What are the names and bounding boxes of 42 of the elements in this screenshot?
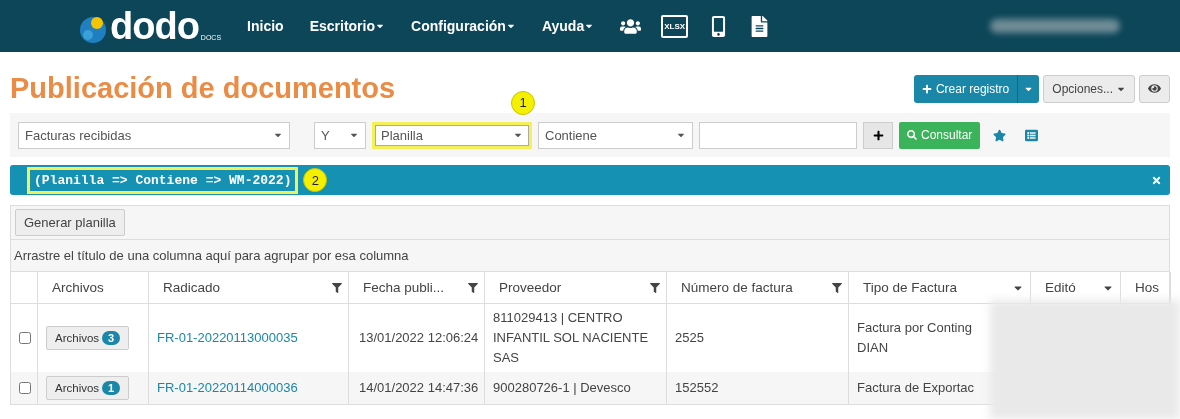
star-icon [992, 128, 1006, 142]
files-button[interactable]: Archivos 1 [46, 376, 130, 400]
table-cell: 900280726-1 | Devesco [485, 372, 667, 404]
plus-icon [872, 129, 884, 141]
record-link[interactable]: FR-01-20220113000035 [157, 328, 298, 348]
count-badge: 1 [102, 381, 121, 395]
nav-menu-item[interactable]: Configuración [411, 18, 516, 34]
filter-icon[interactable] [468, 282, 478, 293]
filter-expression: (Planilla => Contiene => WM-2022) [30, 169, 296, 191]
close-button[interactable] [1151, 174, 1162, 186]
logo-text: dodo [110, 7, 199, 45]
table-cell: 14/01/2022 14:47:36 [349, 372, 485, 404]
add-filter-button[interactable] [863, 121, 893, 149]
search-icon [907, 130, 917, 140]
select-field[interactable]: Facturas recibidas [18, 121, 290, 149]
list-icon [1024, 128, 1038, 142]
count-badge: 3 [102, 331, 121, 345]
filter-icon[interactable] [650, 282, 660, 293]
row-checkbox[interactable] [19, 382, 31, 394]
search-input-field[interactable] [699, 121, 857, 149]
spreadsheet-icon[interactable]: XLSX [661, 14, 689, 38]
create-record-button[interactable]: Crear registro [913, 74, 1018, 103]
eye-icon [1148, 82, 1161, 95]
options-button[interactable]: Opciones... [1043, 74, 1135, 103]
files-button[interactable]: Archivos 3 [46, 326, 130, 350]
close-icon [1151, 174, 1162, 186]
view-button[interactable] [1139, 74, 1170, 103]
filter-icon[interactable] [332, 282, 342, 293]
nav-menu-item[interactable]: Ayuda [541, 18, 595, 34]
select-field[interactable]: Contiene [538, 121, 693, 149]
generate-sheet-button[interactable]: Generar planilla [15, 209, 125, 236]
nav-menu-item[interactable]: Inicio [247, 18, 284, 34]
annotation-badge: 1 [511, 90, 535, 115]
plus-icon [921, 83, 932, 94]
table-cell: 152552 [667, 372, 849, 404]
select-field[interactable]: Y [314, 121, 366, 149]
row-checkbox[interactable] [19, 332, 31, 344]
annotation-badge: 2 [303, 168, 328, 192]
group-hint: Arrastre el título de una columna aquí para agrupar por esa columna [11, 240, 1169, 272]
filter-icon[interactable] [832, 282, 842, 293]
dropdown-toggle-button[interactable] [1017, 74, 1040, 103]
nav-menu-item[interactable]: Escritorio [309, 18, 385, 34]
